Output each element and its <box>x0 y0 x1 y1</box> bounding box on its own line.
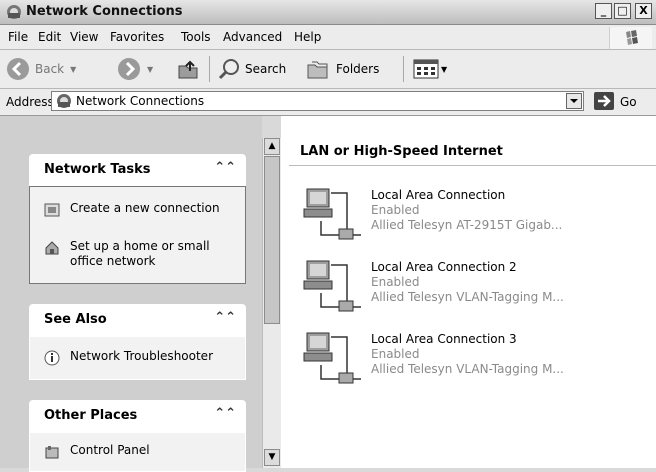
connection-name: Local Area Connection <box>371 188 506 202</box>
collapse-chevron-icon[interactable]: ⌃⌃ <box>214 160 236 175</box>
task-home-network[interactable]: Set up a home or small office network <box>44 239 234 269</box>
menu-file[interactable]: File <box>8 30 28 44</box>
go-label[interactable]: Go <box>620 95 637 109</box>
toolbar-separator <box>209 56 210 82</box>
task-pane-scrollbar[interactable]: ▲ ▼ <box>262 138 281 468</box>
forward-dropdown-icon[interactable]: ▼ <box>147 65 153 74</box>
home-network-icon <box>45 241 59 255</box>
address-dropdown-button[interactable] <box>566 93 582 109</box>
address-value: Network Connections <box>76 94 205 108</box>
menu-edit[interactable]: Edit <box>38 30 61 44</box>
back-arrow-icon <box>7 58 29 80</box>
group-title: LAN or High-Speed Internet <box>300 144 503 159</box>
menu-view[interactable]: View <box>70 30 98 44</box>
task-create-connection[interactable]: Create a new connection <box>44 201 234 218</box>
forward-arrow-icon <box>118 58 140 80</box>
network-tasks-body: Create a new connection Set up a home or… <box>29 186 246 284</box>
connection-item[interactable]: Local Area Connection 3 Enabled Allied T… <box>301 329 651 393</box>
up-folder-icon <box>178 60 198 79</box>
folders-icon <box>307 61 328 79</box>
search-icon <box>218 59 239 80</box>
menu-favorites[interactable]: Favorites <box>110 30 164 44</box>
menu-advanced[interactable]: Advanced <box>223 30 282 44</box>
window-title: Network Connections <box>26 4 183 19</box>
other-places-title: Other Places <box>44 408 138 423</box>
menu-bar: File Edit View Favorites Tools Advanced … <box>0 25 656 50</box>
lan-connection-icon <box>303 188 361 240</box>
scroll-down-button[interactable]: ▼ <box>264 449 280 466</box>
go-arrow-icon <box>598 95 611 107</box>
scroll-thumb[interactable] <box>264 156 280 324</box>
see-also-body: Network Troubleshooter <box>29 336 246 380</box>
search-button[interactable]: Search <box>217 57 286 81</box>
other-places-body: Control Panel <box>29 432 246 472</box>
help-info-icon <box>44 350 60 366</box>
connection-status: Enabled <box>371 347 420 361</box>
connections-list: LAN or High-Speed Internet Local Area Co… <box>281 138 656 468</box>
back-dropdown-icon[interactable]: ▼ <box>70 65 76 74</box>
address-bar: Address Network Connections Go <box>0 89 656 116</box>
content-top <box>281 116 656 138</box>
address-field[interactable]: Network Connections <box>51 91 584 111</box>
toolbar: Back ▼ ▼ Search Folders ▼ <box>0 50 656 89</box>
new-connection-icon <box>44 203 60 217</box>
network-tasks-title: Network Tasks <box>44 162 151 177</box>
group-divider <box>289 165 656 166</box>
chevron-down-icon <box>570 99 578 103</box>
folders-button[interactable]: Folders <box>306 57 379 81</box>
go-button[interactable] <box>594 92 614 110</box>
connection-status: Enabled <box>371 275 420 289</box>
collapse-chevron-icon[interactable]: ⌃⌃ <box>214 406 236 421</box>
connection-name: Local Area Connection 3 <box>371 332 517 346</box>
maximize-button[interactable]: □ <box>614 3 631 19</box>
minimize-button[interactable]: _ <box>595 3 612 19</box>
connection-status: Enabled <box>371 203 420 217</box>
task-create-connection-label: Create a new connection <box>70 201 220 215</box>
task-network-troubleshooter-label: Network Troubleshooter <box>70 349 213 363</box>
address-label: Address <box>6 95 54 109</box>
windows-logo-icon <box>609 27 652 49</box>
search-label: Search <box>245 62 287 76</box>
views-icon <box>413 59 439 79</box>
network-connections-icon <box>57 94 71 108</box>
views-button[interactable]: ▼ <box>413 57 447 81</box>
network-connections-icon <box>7 5 21 19</box>
collapse-chevron-icon[interactable]: ⌃⌃ <box>214 310 236 325</box>
close-button[interactable]: X <box>635 3 652 19</box>
menu-help[interactable]: Help <box>294 30 321 44</box>
menu-tools[interactable]: Tools <box>181 30 211 44</box>
other-places-header[interactable]: Other Places ⌃⌃ <box>29 400 246 432</box>
connection-device: Allied Telesyn VLAN-Tagging M... <box>371 362 564 376</box>
back-label: Back <box>35 62 65 76</box>
scroll-up-button[interactable]: ▲ <box>264 138 280 155</box>
task-control-panel-label: Control Panel <box>70 443 150 457</box>
title-bar: Network Connections _ □ X <box>0 0 656 25</box>
task-home-network-label: Set up a home or small office network <box>70 239 210 268</box>
task-pane: Network Tasks ⌃⌃ Create a new connection… <box>0 116 262 472</box>
up-folder-button[interactable] <box>176 57 200 81</box>
forward-button[interactable]: ▼ <box>117 57 153 81</box>
lan-connection-icon <box>303 332 361 384</box>
see-also-header[interactable]: See Also ⌃⌃ <box>29 304 246 336</box>
back-button[interactable]: Back ▼ <box>6 57 76 81</box>
connection-item[interactable]: Local Area Connection Enabled Allied Tel… <box>301 185 651 249</box>
connection-device: Allied Telesyn AT-2915T Gigab... <box>371 218 563 232</box>
folders-label: Folders <box>336 62 380 76</box>
task-network-troubleshooter[interactable]: Network Troubleshooter <box>44 349 239 366</box>
toolbar-separator <box>403 56 404 82</box>
network-tasks-header[interactable]: Network Tasks ⌃⌃ <box>29 154 246 186</box>
scrollbar-gap <box>262 116 280 140</box>
views-dropdown-icon[interactable]: ▼ <box>441 65 447 74</box>
lan-connection-icon <box>303 260 361 312</box>
see-also-title: See Also <box>44 312 107 327</box>
control-panel-icon <box>45 446 59 459</box>
connection-device: Allied Telesyn VLAN-Tagging M... <box>371 290 564 304</box>
connection-name: Local Area Connection 2 <box>371 260 517 274</box>
connection-item[interactable]: Local Area Connection 2 Enabled Allied T… <box>301 257 651 321</box>
task-control-panel[interactable]: Control Panel <box>44 443 239 460</box>
